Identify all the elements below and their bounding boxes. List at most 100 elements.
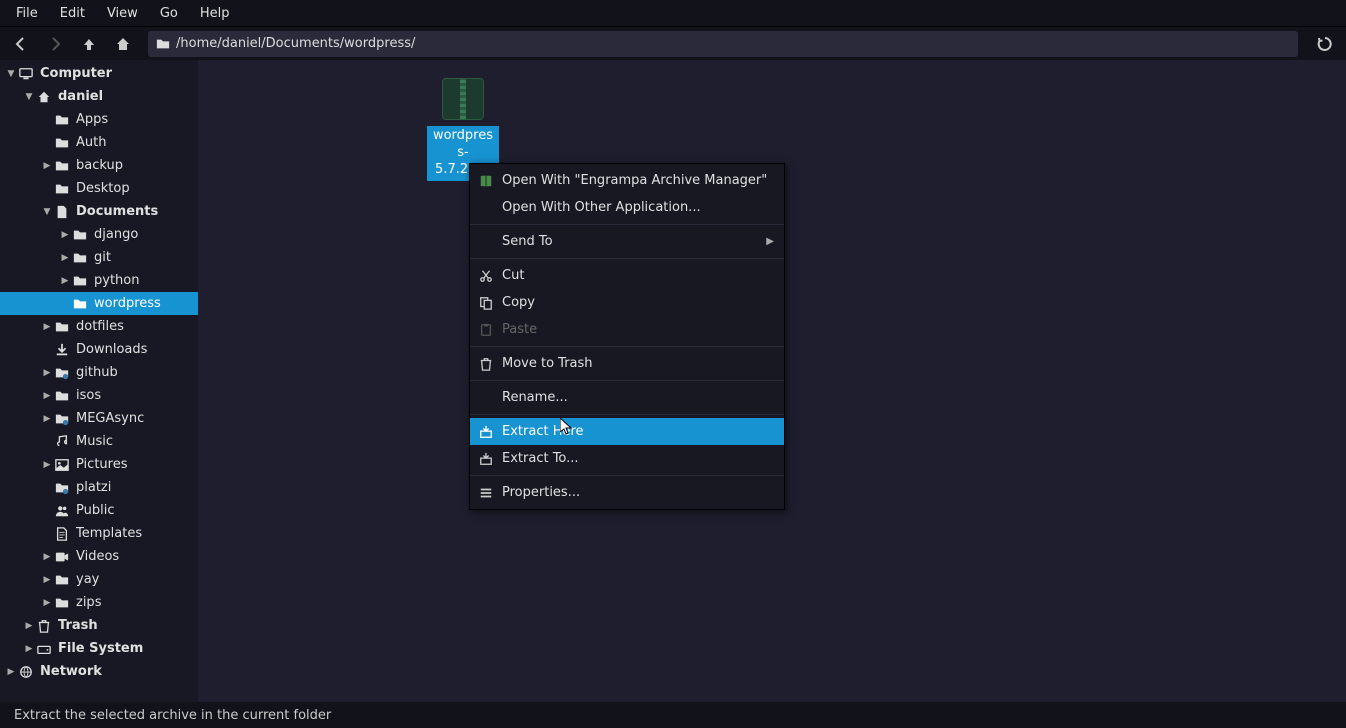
tree-item-file-system[interactable]: ▶File System (0, 637, 198, 660)
tree-label: Apps (76, 112, 108, 127)
extract-icon (478, 451, 494, 467)
menu-edit[interactable]: Edit (50, 2, 95, 25)
tree-item-python[interactable]: ▶ python (0, 269, 198, 292)
main-area: ▼Computer▼danielAppsAuth▶backupDesktop▼D… (0, 60, 1346, 702)
tree-label: Templates (76, 526, 142, 541)
ctx-label: Copy (502, 295, 774, 310)
tree-item-auth[interactable]: Auth (0, 131, 198, 154)
ctx-label: Move to Trash (502, 356, 774, 371)
tree-item-django[interactable]: ▶django (0, 223, 198, 246)
tree-item-desktop[interactable]: Desktop (0, 177, 198, 200)
menu-file[interactable]: File (6, 2, 48, 25)
tree-item-megasync[interactable]: ▶ MEGAsync (0, 407, 198, 430)
tree-label: platzi (76, 480, 111, 495)
tree-expander-icon[interactable]: ▶ (40, 161, 54, 171)
tree-expander-icon[interactable]: ▶ (58, 230, 72, 240)
tree-label: daniel (58, 89, 103, 104)
tree-item-backup[interactable]: ▶backup (0, 154, 198, 177)
music-icon (54, 434, 70, 450)
ctx-rename[interactable]: Rename... (470, 384, 784, 411)
tree-label: Videos (76, 549, 119, 564)
separator (470, 258, 784, 259)
menu-help[interactable]: Help (190, 2, 240, 25)
tree-label: Music (76, 434, 113, 449)
tree-item-computer[interactable]: ▼Computer (0, 62, 198, 85)
ctx-extract-to[interactable]: Extract To... (470, 445, 784, 472)
blank-icon (478, 234, 494, 250)
tree-label: Desktop (76, 181, 130, 196)
ctx-paste: Paste (470, 316, 784, 343)
ctx-move-to-trash[interactable]: Move to Trash (470, 350, 784, 377)
tree-item-zips[interactable]: ▶zips (0, 591, 198, 614)
tree-expander-icon[interactable]: ▶ (22, 621, 36, 631)
tree-expander-icon[interactable]: ▶ (40, 575, 54, 585)
tree-expander-icon[interactable]: ▼ (22, 92, 36, 102)
tree-item-documents[interactable]: ▼Documents (0, 200, 198, 223)
tree-item-trash[interactable]: ▶Trash (0, 614, 198, 637)
ctx-cut[interactable]: Cut (470, 262, 784, 289)
tree-item-dotfiles[interactable]: ▶ dotfiles (0, 315, 198, 338)
folder-icon (54, 112, 70, 128)
back-button[interactable] (8, 31, 34, 57)
location-bar[interactable]: /home/daniel/Documents/wordpress/ (148, 31, 1298, 57)
ctx-send-to[interactable]: Send To▶ (470, 228, 784, 255)
statusbar: Extract the selected archive in the curr… (0, 702, 1346, 728)
separator (470, 475, 784, 476)
sidebar-tree[interactable]: ▼Computer▼danielAppsAuth▶backupDesktop▼D… (0, 60, 198, 702)
tree-item-yay[interactable]: ▶yay (0, 568, 198, 591)
menu-go[interactable]: Go (150, 2, 188, 25)
tree-expander-icon[interactable]: ▶ (4, 667, 18, 677)
disk-icon (36, 641, 52, 657)
tree-expander-icon[interactable]: ▶ (40, 598, 54, 608)
ctx-open-with-other-application[interactable]: Open With Other Application... (470, 194, 784, 221)
home-button[interactable] (110, 31, 136, 57)
tree-expander-icon[interactable]: ▼ (40, 207, 54, 217)
tree-item-music[interactable]: Music (0, 430, 198, 453)
tree-item-templates[interactable]: Templates (0, 522, 198, 545)
tree-expander-icon[interactable]: ▶ (40, 368, 54, 378)
tree-item-github[interactable]: ▶github (0, 361, 198, 384)
ctx-properties[interactable]: Properties... (470, 479, 784, 506)
tree-item-pictures[interactable]: ▶ Pictures (0, 453, 198, 476)
tree-item-platzi[interactable]: platzi (0, 476, 198, 499)
ctx-copy[interactable]: Copy (470, 289, 784, 316)
tree-item-isos[interactable]: ▶isos (0, 384, 198, 407)
tree-item-downloads[interactable]: Downloads (0, 338, 198, 361)
tree-expander-icon[interactable]: ▶ (58, 253, 72, 263)
menu-view[interactable]: View (97, 2, 148, 25)
ctx-label: Open With "Engrampa Archive Manager" (502, 173, 774, 188)
ctx-label: Extract Here (502, 424, 774, 439)
tree-expander-icon[interactable]: ▶ (40, 460, 54, 470)
tree-item-network[interactable]: ▶Network (0, 660, 198, 683)
reload-button[interactable] (1312, 31, 1338, 57)
tree-expander-icon[interactable]: ▶ (40, 414, 54, 424)
video-icon (54, 549, 70, 565)
tree-expander-icon[interactable]: ▼ (4, 69, 18, 79)
tree-expander-icon[interactable]: ▶ (40, 322, 54, 332)
folder-icon (156, 37, 170, 51)
forward-button[interactable] (42, 31, 68, 57)
ctx-open-with-engrampa-archive-manager[interactable]: Open With "Engrampa Archive Manager" (470, 167, 784, 194)
up-button[interactable] (76, 31, 102, 57)
ctx-label: Send To (502, 234, 758, 249)
tree-expander-icon[interactable]: ▶ (40, 391, 54, 401)
ctx-label: Extract To... (502, 451, 774, 466)
tree-label: MEGAsync (76, 411, 144, 426)
tree-item-git[interactable]: ▶git (0, 246, 198, 269)
tree-expander-icon[interactable]: ▶ (22, 644, 36, 654)
tree-label: dotfiles (76, 319, 124, 334)
tree-label: Pictures (76, 457, 127, 472)
tree-label: python (94, 273, 139, 288)
tree-item-public[interactable]: Public (0, 499, 198, 522)
ctx-label: Cut (502, 268, 774, 283)
tree-item-daniel[interactable]: ▼ daniel (0, 85, 198, 108)
content-pane[interactable]: wordpress-5.7.2.zip Open With "Engrampa … (198, 60, 1346, 702)
computer-icon (18, 66, 34, 82)
ctx-label: Open With Other Application... (502, 200, 774, 215)
ctx-extract-here[interactable]: Extract Here (470, 418, 784, 445)
tree-item-apps[interactable]: Apps (0, 108, 198, 131)
tree-item-wordpress[interactable]: wordpress (0, 292, 198, 315)
tree-expander-icon[interactable]: ▶ (40, 552, 54, 562)
tree-expander-icon[interactable]: ▶ (58, 276, 72, 286)
tree-item-videos[interactable]: ▶ Videos (0, 545, 198, 568)
